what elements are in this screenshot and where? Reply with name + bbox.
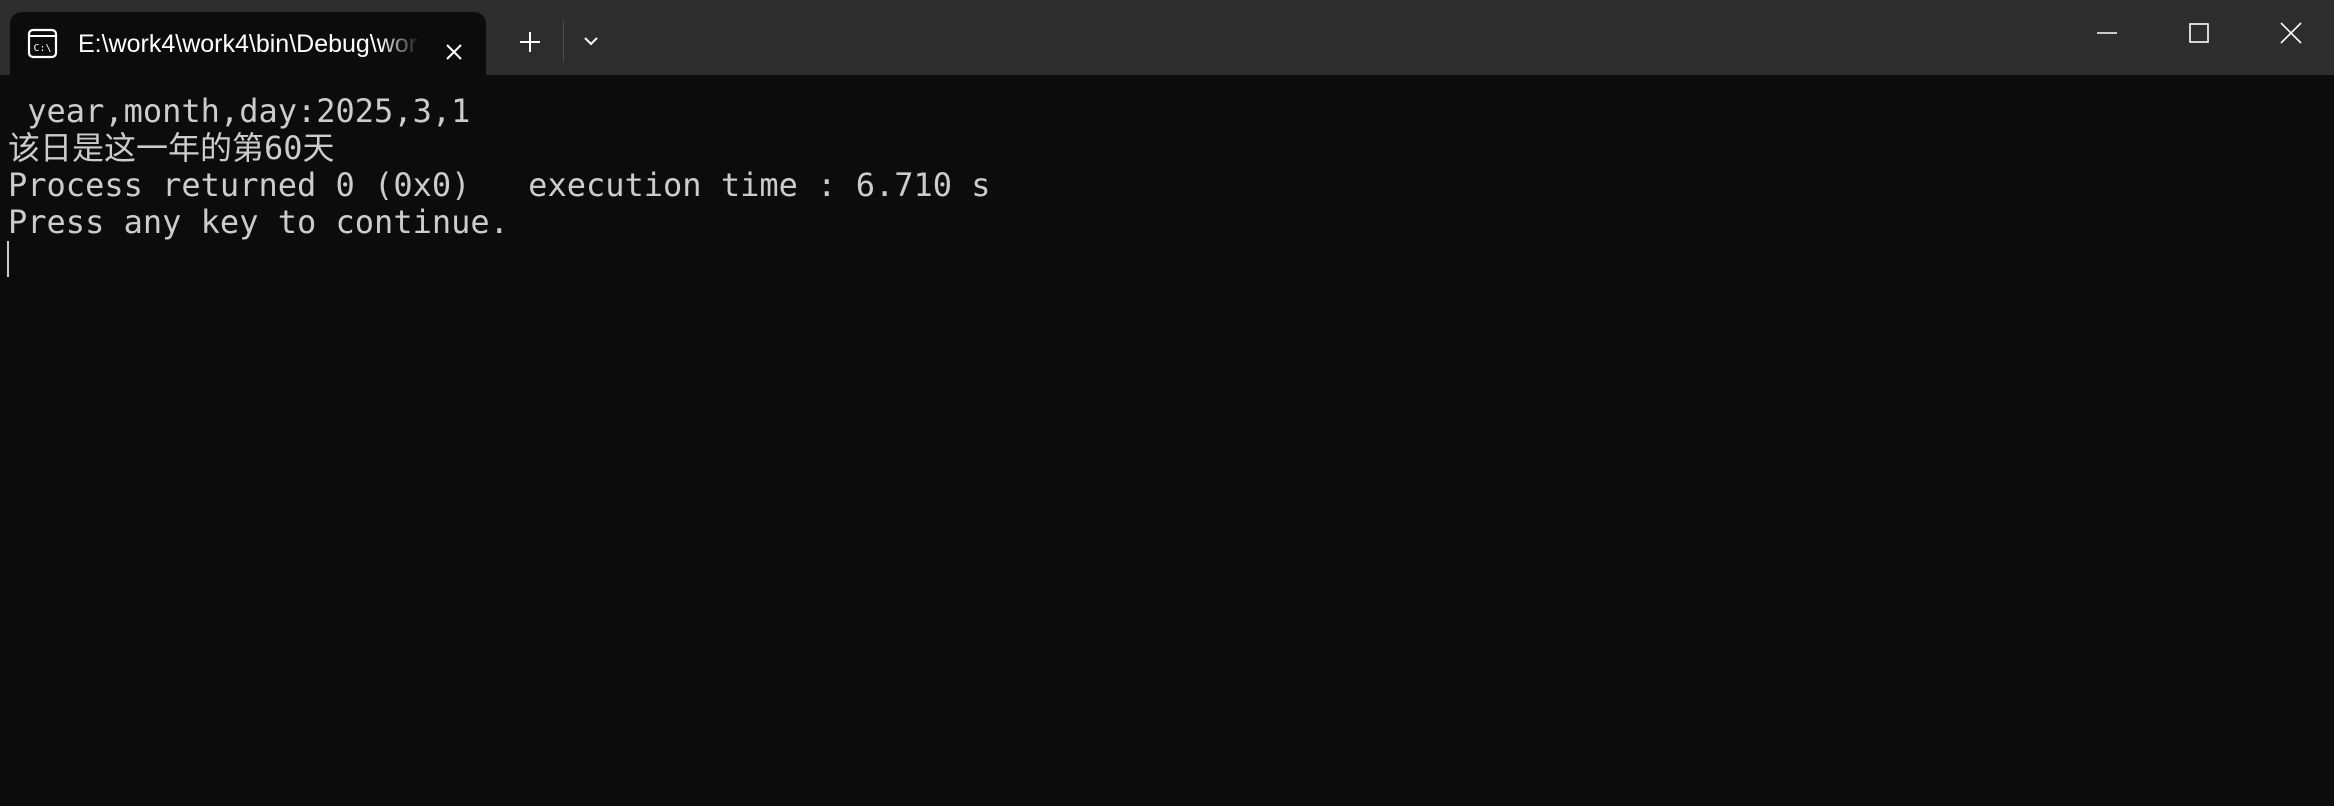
minimize-button[interactable] (2062, 0, 2152, 66)
console-icon: C:\ (27, 28, 58, 59)
tab-active[interactable]: C:\ E:\work4\work4\bin\Debug\work4.exe (10, 12, 486, 75)
maximize-icon (2189, 23, 2209, 43)
close-tab-icon[interactable] (436, 34, 472, 70)
close-window-button[interactable] (2246, 0, 2334, 66)
chevron-down-icon[interactable] (576, 26, 606, 56)
output-line-result: 该日是这一年的第60天 (8, 129, 335, 167)
svg-text:C:\: C:\ (33, 43, 51, 54)
close-icon (2280, 22, 2302, 44)
tab-title-fade (380, 26, 420, 62)
output-line-process-returned: Process returned 0 (0x0) execution time … (8, 166, 991, 204)
output-line-press-any-key: Press any key to continue. (8, 203, 509, 241)
new-tab-plus-icon[interactable] (512, 24, 548, 60)
text-cursor (7, 241, 9, 277)
output-line-input-prompt: year,month,day:2025,3,1 (8, 92, 471, 130)
maximize-button[interactable] (2154, 0, 2244, 66)
tab-divider (563, 20, 564, 62)
terminal-output[interactable]: year,month,day:2025,3,1 该日是这一年的第60天 Proc… (0, 75, 2334, 806)
tab-title: E:\work4\work4\bin\Debug\work4.exe (78, 30, 418, 58)
minimize-icon (2097, 32, 2117, 34)
title-bar: C:\ E:\work4\work4\bin\Debug\work4.exe (0, 0, 2334, 75)
